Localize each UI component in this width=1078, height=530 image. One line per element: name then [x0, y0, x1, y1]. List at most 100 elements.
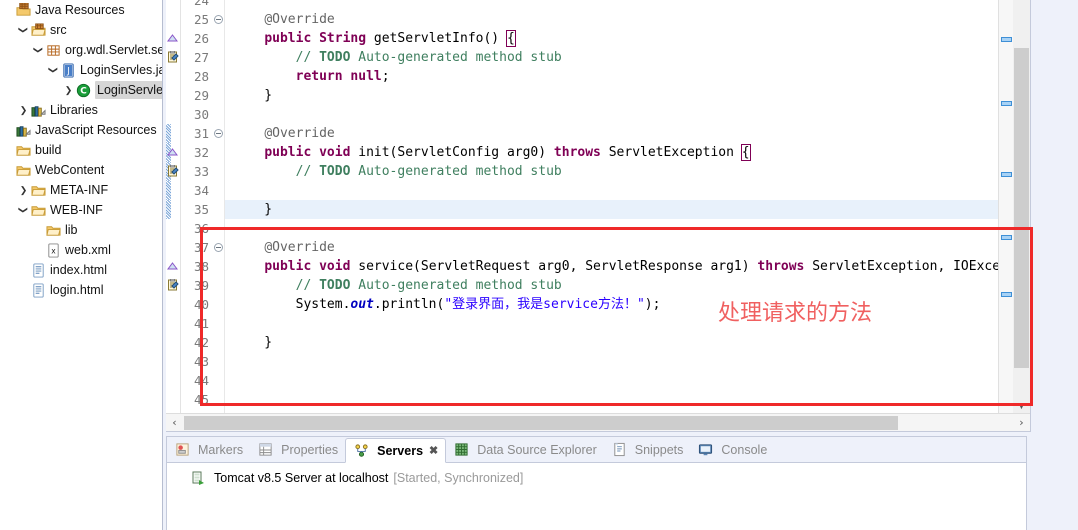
change-bar	[166, 200, 171, 219]
tree-item-webcontent[interactable]: · WebContent	[0, 160, 162, 180]
code-line[interactable]: public void service(ServletRequest arg0,…	[233, 257, 998, 276]
server-state: [Started, Synchronized]	[393, 471, 524, 485]
tree-item-loginservles[interactable]: ❯ C LoginServles	[0, 80, 162, 100]
fold-collapse-icon[interactable]	[214, 129, 223, 138]
tab-data-source-explorer[interactable]: Data Source Explorer	[446, 437, 604, 462]
code-line[interactable]: @Override	[233, 238, 334, 257]
overview-marker[interactable]	[1001, 292, 1012, 297]
overview-ruler[interactable]	[998, 0, 1013, 414]
scroll-left-arrow[interactable]: ‹	[166, 414, 183, 432]
tree-item-label: src	[50, 23, 67, 37]
code-line[interactable]: // TODO Auto-generated method stub	[233, 48, 562, 67]
html-file-icon	[30, 262, 47, 278]
tree-item-meta-inf[interactable]: ❯ META-INF	[0, 180, 162, 200]
java-editor[interactable]: 24 25 26 27 28 29 30 31 32 33 34 35 36 37 38 39 40 41 42 43…	[166, 0, 1031, 432]
code-line[interactable]: }	[233, 333, 272, 352]
scroll-down-arrow[interactable]: ▼	[1013, 399, 1030, 414]
java-resources-icon	[15, 2, 32, 18]
tree-item-label: JavaScript Resources	[35, 123, 157, 137]
close-icon[interactable]: ✖	[429, 444, 438, 457]
tab-console[interactable]: Console	[690, 437, 774, 462]
package-explorer-panel[interactable]: ·Java Resources❯src❯org.wdl.Servlet.ser❯…	[0, 0, 163, 530]
editor-horizontal-scrollbar[interactable]: ‹ ›	[166, 413, 1030, 431]
source-folder-icon	[30, 22, 47, 38]
tree-item-loginservles-jav[interactable]: ❯ J LoginServles.jav	[0, 60, 162, 80]
tab-markers[interactable]: Markers	[167, 437, 250, 462]
fold-collapse-icon[interactable]	[214, 15, 223, 24]
package-icon	[45, 42, 62, 58]
server-name: Tomcat v8.5 Server at localhost	[214, 471, 389, 485]
tab-label: Properties	[281, 442, 339, 457]
tree-item-web-inf[interactable]: ❯ WEB-INF	[0, 200, 162, 220]
line-number: 29	[193, 88, 209, 103]
console-icon	[697, 442, 714, 458]
editor-vertical-scrollbar[interactable]: ▼	[1013, 0, 1030, 414]
code-text-area[interactable]: @Override public String getServletInfo()…	[225, 0, 998, 414]
scroll-right-arrow[interactable]: ›	[1013, 414, 1030, 432]
chevron-right-icon[interactable]: ❯	[62, 82, 75, 98]
chevron-down-icon[interactable]: ❯	[16, 204, 32, 217]
tree-item-org-wdl-servlet-ser[interactable]: ❯ org.wdl.Servlet.ser	[0, 40, 162, 60]
server-list-item[interactable]: Tomcat v8.5 Server at localhost [Started…	[189, 469, 1026, 487]
tree-item-web-xml[interactable]: · x web.xml	[0, 240, 162, 260]
tab-servers[interactable]: Servers ✖	[345, 438, 447, 463]
line-number: 25	[193, 12, 209, 27]
project-tree[interactable]: ·Java Resources❯src❯org.wdl.Servlet.ser❯…	[0, 0, 162, 300]
tree-item-label: login.html	[50, 283, 104, 297]
chevron-right-icon[interactable]: ❯	[17, 182, 30, 198]
servers-view-body[interactable]: Tomcat v8.5 Server at localhost [Started…	[167, 463, 1026, 530]
chevron-right-icon[interactable]: ❯	[17, 102, 30, 118]
code-line[interactable]: System.out.println("登录界面，我是service方法！");	[233, 295, 661, 314]
chevron-down-icon[interactable]: ❯	[31, 44, 47, 57]
overview-marker[interactable]	[1001, 235, 1012, 240]
chevron-down-icon[interactable]: ❯	[16, 24, 32, 37]
folding-ruler[interactable]	[212, 0, 225, 414]
tree-item-build[interactable]: · build	[0, 140, 162, 160]
code-line[interactable]: // TODO Auto-generated method stub	[233, 276, 562, 295]
horizontal-scrollbar-thumb[interactable]	[184, 415, 898, 430]
horizontal-scroll-track[interactable]	[183, 414, 1013, 432]
tree-indent-spacer: ·	[2, 122, 15, 138]
bottom-view-stack: Markers Properties Servers ✖ Data Source Exp…	[166, 436, 1027, 530]
code-line[interactable]: }	[233, 200, 272, 219]
tree-item-label: org.wdl.Servlet.ser	[65, 43, 163, 57]
tree-item-lib[interactable]: · lib	[0, 220, 162, 240]
view-tab-bar[interactable]: Markers Properties Servers ✖ Data Source Exp…	[167, 437, 1026, 463]
tree-item-javascript-resources[interactable]: · JavaScript Resources	[0, 120, 162, 140]
tree-item-libraries[interactable]: ❯ Libraries	[0, 100, 162, 120]
tab-snippets[interactable]: Snippets	[604, 437, 691, 462]
folder-icon	[15, 162, 32, 178]
code-line[interactable]: public String getServletInfo() {	[233, 29, 516, 48]
fold-collapse-icon[interactable]	[214, 243, 223, 252]
tree-item-label: META-INF	[50, 183, 109, 197]
overview-marker[interactable]	[1001, 101, 1012, 106]
line-number: 27	[193, 50, 209, 65]
override-marker-icon[interactable]	[167, 261, 178, 272]
annotation-gutter[interactable]	[166, 0, 181, 414]
code-line[interactable]: @Override	[233, 10, 334, 29]
line-number: 36	[193, 221, 209, 236]
code-line[interactable]: }	[233, 86, 272, 105]
overview-marker[interactable]	[1001, 172, 1012, 177]
tree-item-src[interactable]: ❯ src	[0, 20, 162, 40]
libraries-icon	[30, 102, 47, 118]
tab-properties[interactable]: Properties	[250, 437, 345, 462]
code-line[interactable]: @Override	[233, 124, 334, 143]
todo-task-marker-icon[interactable]	[167, 50, 179, 63]
overview-marker[interactable]	[1001, 37, 1012, 42]
tree-indent-spacer: ·	[32, 242, 45, 258]
code-line[interactable]: // TODO Auto-generated method stub	[233, 162, 562, 181]
tree-item-index-html[interactable]: · index.html	[0, 260, 162, 280]
override-marker-icon[interactable]	[167, 33, 178, 44]
line-number: 43	[193, 354, 209, 369]
todo-task-marker-icon[interactable]	[167, 278, 179, 291]
tree-item-login-html[interactable]: · login.html	[0, 280, 162, 300]
chevron-down-icon[interactable]: ❯	[46, 64, 62, 77]
code-line[interactable]: return null;	[233, 67, 390, 86]
line-number: 34	[193, 183, 209, 198]
vertical-scrollbar-thumb[interactable]	[1014, 48, 1029, 368]
todo-task-marker-icon[interactable]	[167, 164, 179, 177]
code-line[interactable]: public void init(ServletConfig arg0) thr…	[233, 143, 751, 162]
tree-item-java-resources[interactable]: · Java Resources	[0, 0, 162, 20]
override-marker-icon[interactable]	[167, 147, 178, 158]
